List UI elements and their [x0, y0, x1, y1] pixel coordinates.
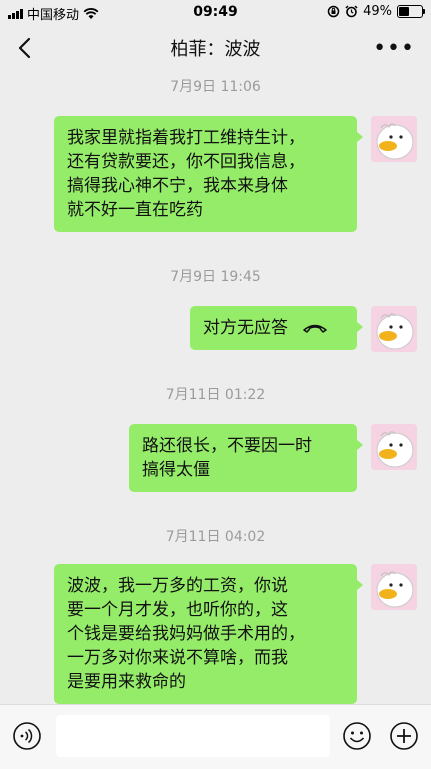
nav-bar: 柏菲：波波 ••• [0, 24, 431, 72]
page-title: 柏菲：波波 [170, 39, 261, 60]
message-line: 就不好一直在吃药 [67, 200, 203, 220]
status-bar: 中国移动 09:49 49% [0, 0, 431, 24]
message-line: 我家里就指着我打工维持生计， [67, 128, 305, 148]
message-line: 路还很长，不要因一时 [142, 436, 312, 456]
battery-icon [397, 5, 425, 18]
message-line: 是要用来救命的 [67, 672, 186, 692]
chat-area[interactable]: 7月9日 11:06 我家里就指着我打工维持生计， 还有贷款要还，你不回我信息，… [0, 72, 431, 704]
input-bar [0, 704, 431, 769]
timestamp: 7月11日 01:22 [165, 387, 266, 403]
message-line: 一万多对你来说不算啥，而我 [67, 648, 288, 668]
battery-percent: 49% [363, 4, 392, 19]
more-icon[interactable]: ••• [373, 36, 415, 61]
timestamp: 7月11日 04:02 [165, 529, 266, 545]
emoji-icon[interactable] [342, 721, 372, 751]
timestamp: 7月9日 19:45 [170, 269, 261, 285]
voice-icon[interactable] [12, 721, 42, 751]
message-bubble[interactable]: 我家里就指着我打工维持生计， 还有贷款要还，你不回我信息， 搞得我心神不宁，我本… [54, 116, 363, 232]
message-line: 搞得太僵 [142, 460, 210, 480]
avatar[interactable] [371, 424, 417, 470]
message-line: 波波，我一万多的工资，你说 [67, 576, 288, 596]
phone-icon [303, 324, 327, 333]
avatar[interactable] [371, 116, 417, 162]
call-status-text: 对方无应答 [203, 318, 288, 338]
message-line: 个钱是要给我妈妈做手术用的， [67, 624, 305, 644]
avatar-duck-icon [371, 306, 417, 352]
orientation-lock-icon [327, 5, 340, 18]
message-bubble[interactable]: 路还很长，不要因一时 搞得太僵 [129, 424, 363, 492]
back-icon[interactable] [12, 34, 40, 62]
message-line: 要一个月才发，也听你的，这 [67, 600, 288, 620]
message-input[interactable] [56, 715, 330, 757]
call-bubble[interactable]: 对方无应答 [190, 306, 363, 350]
avatar-duck-icon [371, 564, 417, 610]
message-line: 搞得我心神不宁，我本来身体 [67, 176, 288, 196]
message-bubble[interactable]: 波波，我一万多的工资，你说 要一个月才发，也听你的，这 个钱是要给我妈妈做手术用… [54, 564, 363, 704]
battery-fill [399, 7, 409, 16]
avatar[interactable] [371, 564, 417, 610]
plus-icon[interactable] [389, 721, 419, 751]
avatar-duck-icon [371, 116, 417, 162]
timestamp: 7月9日 11:06 [170, 79, 261, 95]
avatar-duck-icon [371, 424, 417, 470]
message-line: 还有贷款要还，你不回我信息， [67, 152, 305, 172]
status-right: 49% [327, 4, 425, 19]
avatar[interactable] [371, 306, 417, 352]
alarm-icon [345, 5, 358, 18]
